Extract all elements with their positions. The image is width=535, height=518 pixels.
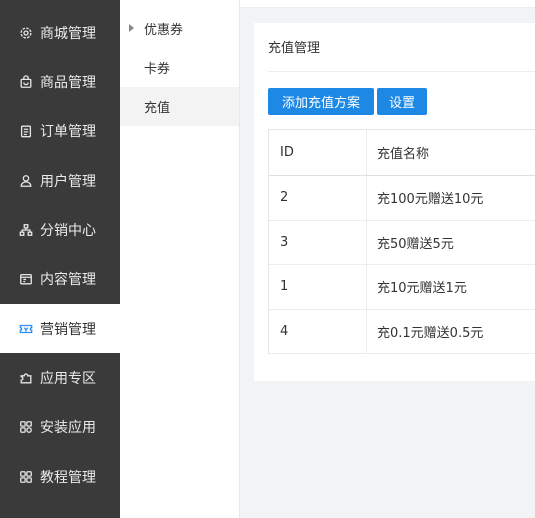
apps-icon xyxy=(18,419,34,435)
sidebar-item-label: 商品管理 xyxy=(40,74,96,91)
submenu-item-recharge[interactable]: 充值 xyxy=(120,87,239,126)
cell-id: 2 xyxy=(269,176,367,220)
cell-id: 4 xyxy=(269,309,367,354)
divider xyxy=(268,71,535,72)
document-icon xyxy=(18,271,34,287)
submenu-item-label: 卡券 xyxy=(144,62,171,77)
cell-name: 充50赠送5元 xyxy=(377,236,454,252)
table-row[interactable]: 2 充100元赠送10元 xyxy=(269,176,535,221)
sidebar-item-mall-management[interactable]: 商城管理 xyxy=(0,8,120,57)
cell-id: 3 xyxy=(269,220,367,265)
puzzle-icon xyxy=(18,370,34,386)
caret-right-icon xyxy=(129,24,134,32)
ticket-icon xyxy=(18,321,34,337)
network-icon xyxy=(18,222,34,238)
sidebar-item-install-apps[interactable]: 安装应用 xyxy=(0,402,120,451)
cell-name: 充0.1元赠送0.5元 xyxy=(377,326,484,342)
user-icon xyxy=(18,173,34,189)
card-title: 充值管理 xyxy=(268,41,321,56)
sidebar-item-user-management[interactable]: 用户管理 xyxy=(0,156,120,205)
sidebar-item-distribution-center[interactable]: 分销中心 xyxy=(0,205,120,254)
clipboard-icon xyxy=(18,123,34,139)
sidebar-item-content-management[interactable]: 内容管理 xyxy=(0,254,120,303)
sidebar-item-product-management[interactable]: 商品管理 xyxy=(0,57,120,106)
sidebar-item-label: 教程管理 xyxy=(40,469,96,486)
sidebar-item-label: 订单管理 xyxy=(40,123,96,140)
sidebar-item-app-zone[interactable]: 应用专区 xyxy=(0,353,120,402)
cell-id: 1 xyxy=(269,265,367,309)
sidebar-item-label: 内容管理 xyxy=(40,271,96,288)
bag-icon xyxy=(18,74,34,90)
table-row[interactable]: 1 充10元赠送1元 xyxy=(269,265,535,310)
marketing-submenu: 优惠券 卡券 充值 xyxy=(120,0,240,518)
header-id: ID xyxy=(269,130,367,175)
table-row[interactable]: 3 充50赠送5元 xyxy=(269,220,535,266)
sidebar-item-order-management[interactable]: 订单管理 xyxy=(0,106,120,155)
submenu-item-label: 充值 xyxy=(144,101,171,116)
recharge-card: 充值管理 添加充值方案 设置 ID 充值名称 2 充100元赠送10元 3 充5… xyxy=(254,23,535,381)
main-content: 充值管理 添加充值方案 设置 ID 充值名称 2 充100元赠送10元 3 充5… xyxy=(240,0,535,518)
sidebar-item-label: 营销管理 xyxy=(40,321,96,338)
cell-name: 充100元赠送10元 xyxy=(377,192,484,208)
top-bar xyxy=(240,0,535,8)
settings-button[interactable]: 设置 xyxy=(377,88,427,115)
recharge-table: ID 充值名称 2 充100元赠送10元 3 充50赠送5元 1 充10元赠送1… xyxy=(268,129,535,355)
grid-icon xyxy=(18,469,34,485)
gear-icon xyxy=(18,25,34,41)
cell-name: 充10元赠送1元 xyxy=(377,281,467,297)
submenu-item-label: 优惠券 xyxy=(144,23,184,38)
submenu-item-cards[interactable]: 卡券 xyxy=(120,48,239,87)
sidebar-item-label: 应用专区 xyxy=(40,370,96,387)
sidebar-item-marketing-management[interactable]: 营销管理 xyxy=(0,304,120,353)
table-row[interactable]: 4 充0.1元赠送0.5元 xyxy=(269,309,535,355)
sidebar-item-label: 分销中心 xyxy=(40,222,96,239)
sidebar-item-label: 安装应用 xyxy=(40,419,96,436)
main-sidebar: 商城管理 商品管理 订单管理 用户管理 分销中心 内容管理 营销管理 应用专区 … xyxy=(0,0,120,518)
table-header-row: ID 充值名称 xyxy=(269,130,535,176)
add-recharge-plan-button[interactable]: 添加充值方案 xyxy=(268,88,374,115)
sidebar-item-label: 用户管理 xyxy=(40,173,96,190)
sidebar-item-tutorial-management[interactable]: 教程管理 xyxy=(0,452,120,501)
header-name: 充值名称 xyxy=(377,147,430,162)
submenu-item-coupons[interactable]: 优惠券 xyxy=(120,9,239,48)
sidebar-item-label: 商城管理 xyxy=(40,25,96,42)
